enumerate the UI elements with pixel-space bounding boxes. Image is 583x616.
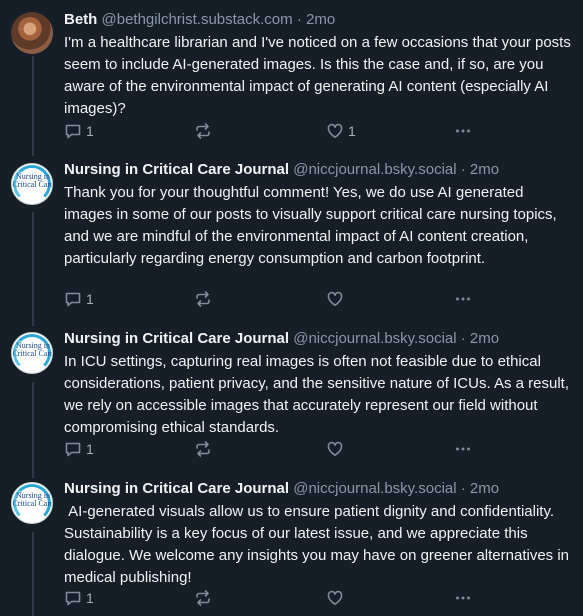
reply-button[interactable]: 1: [64, 289, 94, 309]
reply-icon: [65, 292, 81, 307]
reply-icon: [65, 591, 81, 606]
repost-icon: [196, 123, 210, 139]
post-actions: 1: [64, 588, 494, 608]
author-name[interactable]: Nursing in Critical Care Journal: [64, 161, 289, 178]
post-time[interactable]: · 2mo: [297, 11, 335, 28]
avatar[interactable]: Nursing in Critical Care: [11, 482, 53, 524]
post-text: I'm a healthcare librarian and I've noti…: [64, 34, 571, 117]
post-text: In ICU settings, capturing real images i…: [64, 353, 569, 436]
post-thread: Beth @bethgilchrist.substack.com · 2mo I…: [0, 0, 583, 616]
post-header: Nursing in Critical Care Journal @niccjo…: [64, 160, 574, 180]
reply-icon: [65, 442, 81, 457]
post-header: Nursing in Critical Care Journal @niccjo…: [64, 479, 574, 499]
post-header: Nursing in Critical Care Journal @niccjo…: [64, 329, 574, 349]
reply-count: 1: [86, 291, 94, 307]
repost-icon: [196, 590, 210, 606]
like-button[interactable]: [326, 588, 348, 608]
more-options-button[interactable]: [454, 439, 472, 459]
post-text: Thank you for your thoughtful comment! Y…: [64, 184, 557, 267]
more-options-button[interactable]: [454, 121, 472, 141]
avatar[interactable]: [11, 12, 53, 54]
like-count: 1: [348, 123, 356, 139]
author-name[interactable]: Beth: [64, 11, 97, 28]
reply-count: 1: [86, 441, 94, 457]
post-time[interactable]: · 2mo: [461, 480, 499, 497]
post[interactable]: Nursing in Critical Care Nursing in Crit…: [0, 329, 583, 474]
post-actions: 1 1: [64, 121, 494, 141]
reply-button[interactable]: 1: [64, 439, 94, 459]
repost-button[interactable]: [194, 588, 212, 608]
reply-count: 1: [86, 590, 94, 606]
avatar[interactable]: Nursing in Critical Care: [11, 332, 53, 374]
author-handle[interactable]: @niccjournal.bsky.social: [293, 161, 456, 178]
reply-button[interactable]: 1: [64, 588, 94, 608]
post[interactable]: Nursing in Critical Care Nursing in Crit…: [0, 160, 583, 320]
more-icon: [456, 447, 470, 451]
repost-icon: [196, 441, 210, 457]
heart-icon: [327, 291, 343, 306]
heart-icon: [327, 590, 343, 605]
post[interactable]: Nursing in Critical Care Nursing in Crit…: [0, 479, 583, 616]
reply-count: 1: [86, 123, 94, 139]
like-button[interactable]: [326, 289, 348, 309]
post-time[interactable]: · 2mo: [461, 330, 499, 347]
post-actions: 1: [64, 439, 494, 459]
author-handle[interactable]: @niccjournal.bsky.social: [293, 330, 456, 347]
heart-icon: [327, 441, 343, 456]
avatar-logo-text: Nursing in Critical Care: [12, 172, 53, 189]
post-time[interactable]: · 2mo: [461, 161, 499, 178]
more-icon: [456, 596, 470, 600]
repost-button[interactable]: [194, 439, 212, 459]
like-button[interactable]: [326, 439, 348, 459]
like-button[interactable]: 1: [326, 121, 356, 141]
author-name[interactable]: Nursing in Critical Care Journal: [64, 480, 289, 497]
heart-icon: [327, 123, 343, 138]
more-options-button[interactable]: [454, 588, 472, 608]
repost-icon: [196, 291, 210, 307]
repost-button[interactable]: [194, 121, 212, 141]
post-actions: 1: [64, 289, 494, 309]
reply-icon: [65, 124, 81, 139]
author-handle[interactable]: @niccjournal.bsky.social: [293, 480, 456, 497]
post[interactable]: Beth @bethgilchrist.substack.com · 2mo I…: [0, 10, 583, 150]
more-icon: [456, 297, 470, 301]
post-header: Beth @bethgilchrist.substack.com · 2mo: [64, 10, 574, 30]
more-icon: [456, 129, 470, 133]
author-name[interactable]: Nursing in Critical Care Journal: [64, 330, 289, 347]
avatar[interactable]: Nursing in Critical Care: [11, 163, 53, 205]
repost-button[interactable]: [194, 289, 212, 309]
post-text: AI-generated visuals allow us to ensure …: [64, 503, 574, 586]
avatar-logo-text: Nursing in Critical Care: [12, 491, 53, 508]
avatar-logo-text: Nursing in Critical Care: [12, 341, 53, 358]
author-handle[interactable]: @bethgilchrist.substack.com: [102, 11, 293, 28]
reply-button[interactable]: 1: [64, 121, 94, 141]
more-options-button[interactable]: [454, 289, 472, 309]
